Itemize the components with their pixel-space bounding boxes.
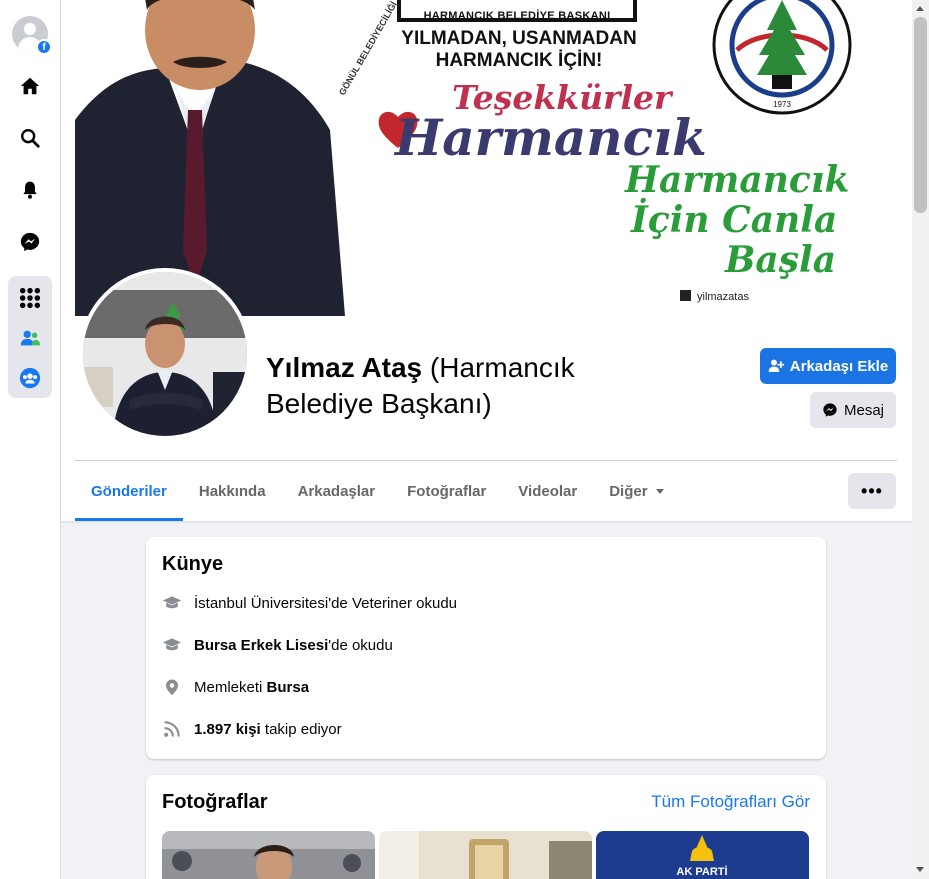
- campaign-line1: Harmancık: [625, 159, 850, 201]
- home-icon[interactable]: [8, 64, 52, 108]
- school-link[interactable]: Bursa Erkek Lisesi: [194, 637, 328, 654]
- tab-friends[interactable]: Arkadaşlar: [282, 461, 392, 521]
- scroll-up-arrow-icon[interactable]: [916, 6, 924, 11]
- profile-title-line2: Belediye Başkanı): [266, 388, 492, 419]
- groups-icon[interactable]: [8, 356, 52, 400]
- tab-friends-label: Arkadaşlar: [297, 482, 376, 500]
- add-friend-icon: [768, 359, 784, 372]
- hometown-link[interactable]: Bursa: [267, 679, 310, 696]
- akparti-text: AK PARTİ: [676, 865, 727, 878]
- followers-row: 1.897 kişi takip ediyor: [162, 717, 342, 741]
- education-text-2-rest: 'de okudu: [328, 636, 393, 654]
- education-row-1: İstanbul Üniversitesi'de Veteriner okudu: [162, 591, 457, 615]
- education-row-2: Bursa Erkek Lisesi'de okudu: [162, 633, 393, 657]
- education-text-1: İstanbul Üniversitesi'de Veteriner okudu: [194, 594, 458, 612]
- photo-thumbnail-3[interactable]: AK PARTİ: [596, 831, 809, 879]
- facebook-logo-icon: f: [36, 39, 52, 55]
- followers-count[interactable]: 1.897 kişi: [194, 721, 261, 738]
- tab-videos[interactable]: Videolar: [502, 461, 593, 521]
- more-options-icon: •••: [861, 480, 883, 501]
- photo-thumbnail-1[interactable]: [162, 831, 375, 879]
- add-friend-button[interactable]: Arkadaşı Ekle: [760, 348, 896, 384]
- chevron-down-icon: [655, 488, 664, 494]
- profile-photo-image: [83, 272, 247, 436]
- tab-videos-label: Videolar: [518, 482, 578, 500]
- bell-icon[interactable]: [8, 168, 52, 212]
- graduation-cap-icon: [162, 635, 182, 655]
- tab-photos[interactable]: Fotoğraflar: [391, 461, 502, 521]
- cover-portrait-image: [75, 0, 365, 316]
- messenger-small-icon: [823, 403, 837, 417]
- page-scrollbar[interactable]: [912, 0, 929, 879]
- seal-year: 1973: [773, 100, 791, 109]
- profile-name: Yılmaz Ataş: [266, 352, 423, 383]
- campaign-line3: Başla: [725, 239, 837, 281]
- scroll-down-arrow-icon[interactable]: [916, 867, 924, 872]
- add-friend-label: Arkadaşı Ekle: [789, 357, 889, 375]
- more-options-button[interactable]: •••: [848, 473, 896, 509]
- scroll-thumb[interactable]: [914, 17, 927, 213]
- cover-photo[interactable]: HARMANCIK BELEDİYE BAŞKANI YILMADAN, USA…: [75, 0, 897, 316]
- intro-title: Künye: [162, 553, 224, 575]
- cover-mayor-title: HARMANCIK BELEDİYE BAŞKANI: [423, 10, 611, 22]
- cover-slogan-line1: YILMADAN, USANMADAN: [401, 28, 637, 49]
- municipality-seal-logo: 1973: [712, 0, 852, 115]
- cover-social-handle: yilmazatas: [680, 290, 749, 303]
- photo-thumbnail-2[interactable]: [379, 831, 592, 879]
- location-pin-icon: [162, 677, 182, 697]
- profile-tabs: Gönderiler Hakkında Arkadaşlar Fotoğrafl…: [75, 461, 680, 521]
- rss-feed-icon: [162, 719, 182, 739]
- photos-card: Fotoğraflar Tüm Fotoğrafları Gör AK PART…: [146, 775, 826, 879]
- tab-more-label: Diğer: [609, 482, 648, 500]
- tab-posts-label: Gönderiler: [91, 482, 167, 500]
- tab-about-label: Hakkında: [198, 482, 266, 500]
- grid-icon[interactable]: [8, 276, 52, 320]
- intro-card: Künye İstanbul Üniversitesi'de Veteriner…: [146, 537, 826, 759]
- hometown-prefix: Memleketi: [194, 678, 267, 696]
- left-rail: f: [0, 0, 61, 879]
- profile-main: HARMANCIK BELEDİYE BAŞKANI YILMADAN, USA…: [61, 0, 912, 879]
- tab-about[interactable]: Hakkında: [183, 461, 282, 521]
- shortcuts-group: [8, 276, 52, 398]
- see-all-photos-link[interactable]: Tüm Fotoğrafları Gör: [651, 792, 810, 812]
- profile-title-line1: (Harmancık: [429, 352, 575, 383]
- followers-text: takip ediyor: [260, 720, 342, 738]
- graduation-cap-icon: [162, 593, 182, 613]
- tab-more[interactable]: Diğer: [593, 461, 679, 521]
- campaign-line2: İçin Canla: [631, 199, 838, 241]
- tab-photos-label: Fotoğraflar: [407, 482, 487, 500]
- hometown-row: Memleketi Bursa: [162, 675, 309, 699]
- friends-icon[interactable]: [8, 316, 52, 360]
- messenger-icon[interactable]: [8, 220, 52, 264]
- message-button[interactable]: Mesaj: [810, 392, 896, 428]
- profile-name-block: Yılmaz Ataş (Harmancık Belediye Başkanı): [266, 350, 626, 422]
- photos-title: Fotoğraflar: [162, 791, 268, 813]
- social-handle-text: yilmazatas: [697, 291, 749, 303]
- tab-posts[interactable]: Gönderiler: [75, 461, 183, 521]
- profile-picture[interactable]: [79, 268, 251, 440]
- profile-header: HARMANCIK BELEDİYE BAŞKANI YILMADAN, USA…: [61, 0, 912, 521]
- cover-slogan-line2: HARMANCIK İÇİN!: [435, 50, 603, 71]
- message-label: Mesaj: [843, 401, 884, 419]
- facebook-square-icon: [680, 290, 691, 301]
- cover-campaign-text: Harmancık İçin Canla Başla: [625, 160, 895, 280]
- search-icon[interactable]: [8, 116, 52, 160]
- cover-slogan: YILMADAN, USANMADAN HARMANCIK İÇİN!: [393, 28, 645, 72]
